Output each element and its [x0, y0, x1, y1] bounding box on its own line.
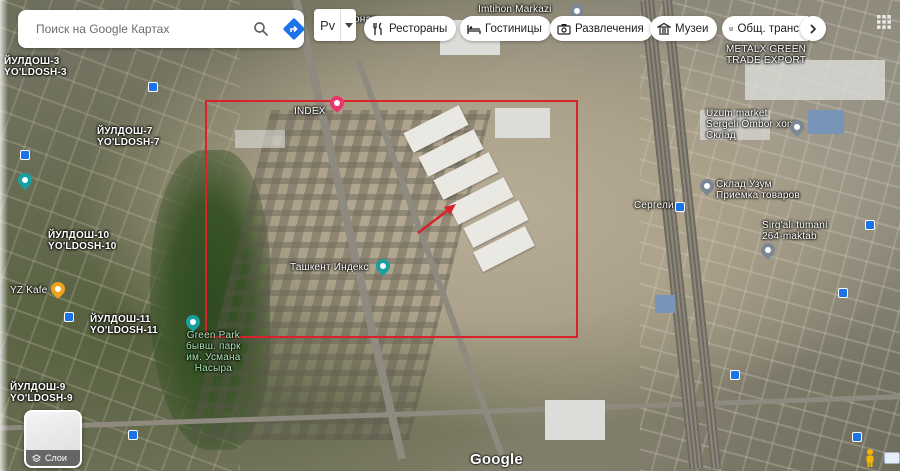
label-green-park[interactable]: Green Park бывш. парк им. Усмана Насыра	[186, 330, 241, 374]
chip-entertainment[interactable]: Развлечения	[550, 16, 653, 41]
museum-icon	[657, 22, 671, 35]
map-filter-dropdown[interactable]: Рv	[314, 9, 356, 41]
label-yoldosh-10: ЙУЛДОШ-10 YO'LDOSH-10	[48, 230, 117, 252]
label-index[interactable]: INDEX	[294, 106, 326, 117]
label-yoldosh-9: ЙУЛДОШ-9 YO'LDOSH-9	[10, 382, 73, 404]
bus-stop-icon[interactable]	[128, 430, 138, 440]
search-icon[interactable]	[252, 20, 270, 38]
blue-roof-building	[655, 295, 675, 313]
search-box[interactable]	[18, 10, 306, 48]
layers-label: Слои	[45, 453, 67, 463]
satellite-map[interactable]: ЙУЛДОШ-3 YO'LDOSH-3 ЙУЛДОШ-7 YO'LDOSH-7 …	[0, 0, 900, 471]
label-yoldosh-3: ЙУЛДОШ-3 YO'LDOSH-3	[4, 56, 67, 78]
bus-stop-icon[interactable]	[64, 312, 74, 322]
bus-stop-icon[interactable]	[852, 432, 862, 442]
industrial-roofs	[745, 60, 885, 100]
bus-stop-icon[interactable]	[730, 370, 740, 380]
label-yoldosh-7: ЙУЛДОШ-7 YO'LDOSH-7	[97, 126, 160, 148]
label-yz-kafe[interactable]: YZ Kafe	[10, 285, 48, 296]
bus-stop-icon[interactable]	[675, 202, 685, 212]
warehouse	[545, 400, 605, 440]
search-input[interactable]	[36, 20, 236, 38]
bus-icon	[729, 26, 734, 31]
bus-stop-icon[interactable]	[865, 220, 875, 230]
blue-roof-building	[808, 110, 844, 134]
apps-grid-icon[interactable]	[876, 14, 892, 30]
fork-knife-icon	[373, 22, 382, 35]
bus-stop-icon[interactable]	[20, 150, 30, 160]
chip-hotels[interactable]: Гостиницы	[460, 16, 551, 41]
label-school-264[interactable]: Sirg'ali tumani 264-maktab	[762, 220, 828, 242]
filter-label: Рv	[320, 18, 336, 33]
directions-icon[interactable]	[282, 17, 306, 41]
keyboard-icon[interactable]	[884, 452, 900, 464]
label-metalx-green-trade[interactable]: METALX GREEN TRADE EXPORT	[726, 44, 806, 66]
label-yoldosh-11: ЙУЛДОШ-11 YO'LDOSH-11	[90, 314, 158, 336]
chip-label: Гостиницы	[485, 22, 542, 35]
map-edge-shade	[0, 0, 8, 471]
red-arrow-icon	[417, 204, 456, 234]
camera-icon	[557, 23, 571, 35]
chip-label: Развлечения	[575, 22, 644, 35]
label-tashkent-index[interactable]: Ташкент Индекс	[290, 262, 369, 273]
bus-stop-icon[interactable]	[838, 288, 848, 298]
layers-footer: Слои	[26, 450, 80, 466]
label-sklad-uzum[interactable]: Склад Узум Приемка товаров	[716, 179, 800, 201]
chip-public-transport[interactable]: Общ. транс	[722, 16, 808, 41]
chip-label: Музеи	[675, 22, 709, 35]
chip-restaurants[interactable]: Рестораны	[364, 16, 457, 41]
chip-label: Общ. транс	[737, 22, 799, 35]
highlight-rectangle	[205, 100, 578, 338]
label-imtihon-markazi[interactable]: Imtihon Markazi	[478, 4, 552, 15]
bed-icon	[467, 24, 481, 34]
label-uzum-market[interactable]: Uzum market Sergeli Ombor xona Склад	[706, 108, 799, 141]
chevron-down-icon[interactable]	[340, 9, 356, 41]
pegman-icon[interactable]	[863, 448, 877, 468]
chevron-right-icon	[810, 23, 817, 34]
layers-icon	[32, 453, 41, 462]
google-logo: Google	[470, 451, 523, 468]
label-sergeli[interactable]: Сергели	[634, 200, 674, 211]
chips-scroll-next-button[interactable]	[800, 16, 826, 41]
layers-button[interactable]: Слои	[24, 410, 82, 468]
bus-stop-icon[interactable]	[148, 82, 158, 92]
chip-museums[interactable]: Музеи	[650, 16, 718, 41]
chip-label: Рестораны	[389, 22, 448, 35]
